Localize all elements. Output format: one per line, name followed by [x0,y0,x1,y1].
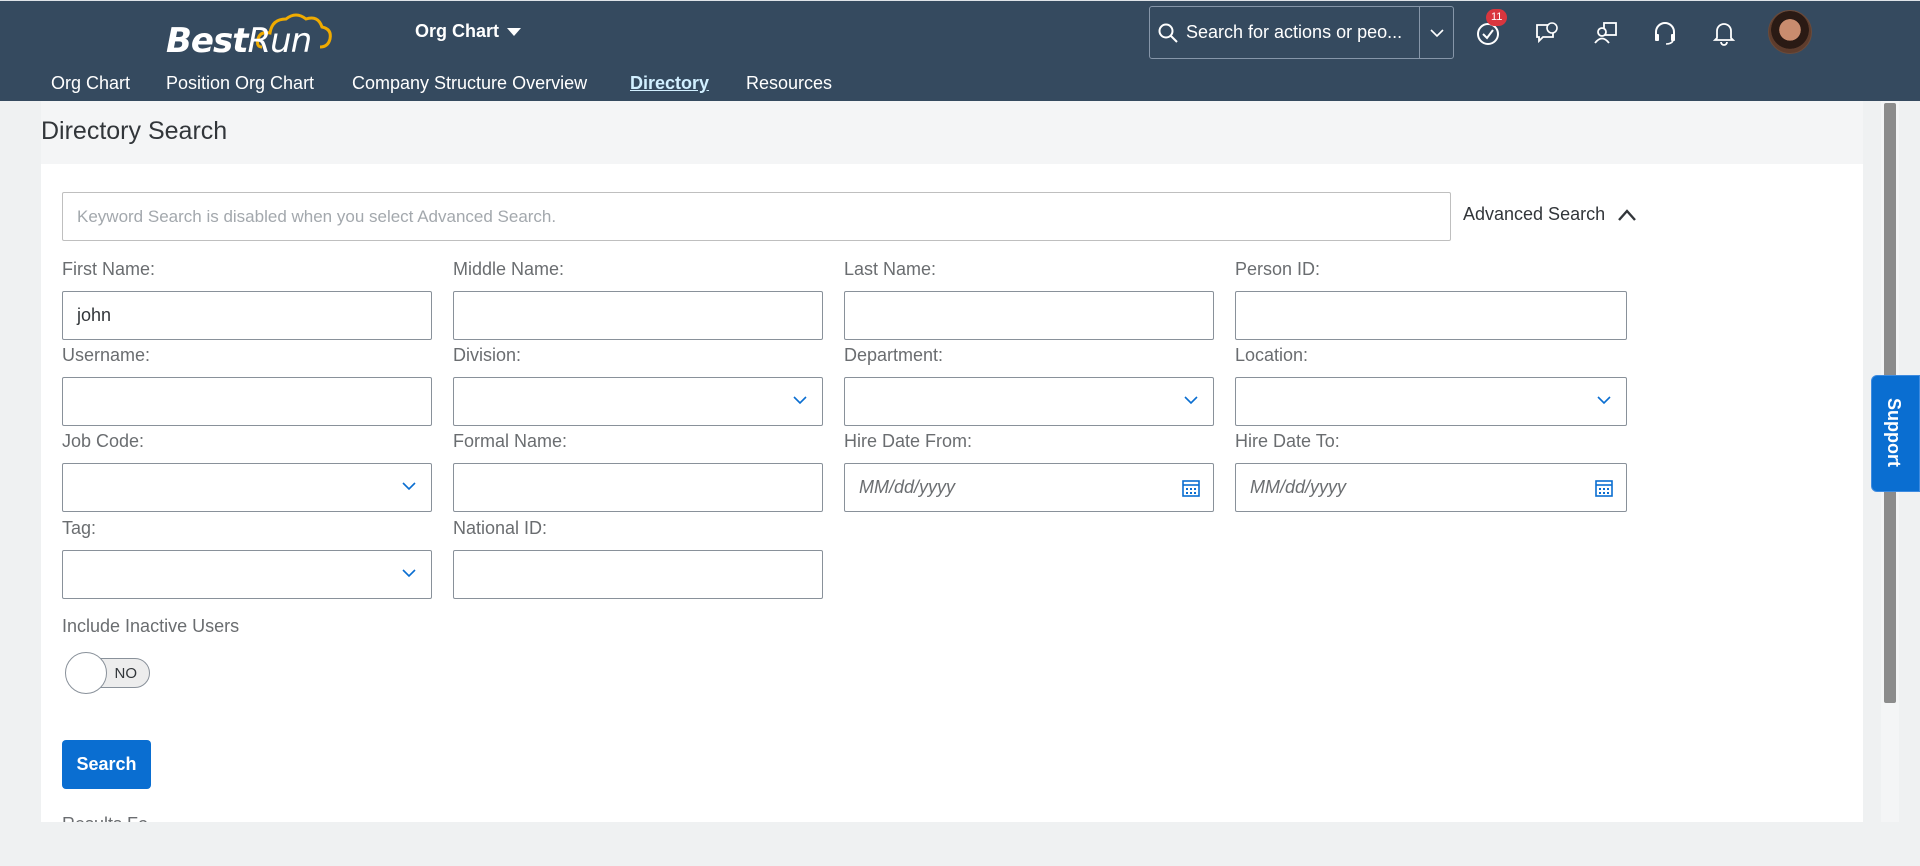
middle-name-label: Middle Name: [453,259,565,279]
todo-button[interactable]: 11 [1470,9,1508,51]
nav-org-chart[interactable]: Org Chart [51,73,130,94]
chevron-down-icon [1429,28,1444,37]
toggle-state: NO [114,665,138,682]
notifications-button[interactable] [1706,15,1742,51]
last-name-label: Last Name: [844,259,937,279]
formal-name-label: Formal Name: [453,431,568,451]
toggle-knob [65,652,107,694]
nav-position-org-chart[interactable]: Position Org Chart [166,73,314,94]
logo-wordmark: BestRun [166,21,312,61]
page-title: Directory Search [41,117,228,145]
support-label: Support [1884,398,1904,467]
module-label: Org Chart [415,21,500,41]
module-switcher[interactable]: Org Chart [415,21,522,42]
calendar-icon[interactable] [1181,478,1201,498]
tag-label: Tag: [62,518,97,538]
notification-badge: 11 [1486,9,1508,26]
search-icon [1150,22,1186,44]
calendar-icon[interactable] [1594,478,1614,498]
module-nav: Org Chart Position Org Chart Company Str… [0,71,900,101]
middle-name-field[interactable] [453,291,823,340]
shell-header: BestRun Org Chart Search for actions or … [0,0,1920,101]
username-field[interactable] [62,377,432,426]
feedback-button[interactable] [1529,15,1565,51]
person-id-label: Person ID: [1235,259,1321,279]
bell-icon [1712,23,1736,46]
division-label: Division: [453,345,522,365]
chevron-down-icon [402,569,416,578]
username-label: Username: [62,345,151,365]
chevron-up-icon [1618,208,1636,221]
keyword-search-placeholder: Keyword Search is disabled when you sele… [77,206,557,226]
advanced-search-toggle[interactable]: Advanced Search [1463,204,1637,225]
department-label: Department: [844,345,944,365]
nav-directory[interactable]: Directory [630,73,709,94]
chevron-down-icon [793,396,807,405]
national-id-label: National ID: [453,518,548,538]
caret-down-icon [507,27,522,36]
nav-company-structure-overview[interactable]: Company Structure Overview [352,73,587,94]
first-name-value: john [77,305,112,325]
search-scope-dropdown[interactable] [1419,7,1453,58]
include-inactive-label: Include Inactive Users [62,616,240,636]
division-select[interactable] [453,377,823,426]
hire-date-to-placeholder: MM/dd/yyyy [1250,477,1347,497]
national-id-field[interactable] [453,550,823,599]
first-name-label: First Name: [62,259,156,279]
hire-date-from-placeholder: MM/dd/yyyy [859,477,956,497]
company-logo[interactable]: BestRun [162,7,332,61]
tag-select[interactable] [62,550,432,599]
hire-date-to-label: Hire Date To: [1235,431,1340,451]
chevron-down-icon [1184,396,1198,405]
chevron-down-icon [1597,396,1611,405]
include-inactive-toggle[interactable]: NO [65,652,150,694]
headset-icon [1655,22,1675,45]
support-headset-button[interactable] [1647,15,1683,51]
job-code-label: Job Code: [62,431,145,451]
department-select[interactable] [844,377,1214,426]
advanced-search-label: Advanced Search [1463,204,1606,224]
people-button[interactable] [1588,15,1624,51]
hire-date-to-field[interactable]: MM/dd/yyyy [1235,463,1627,512]
hire-date-from-label: Hire Date From: [844,431,973,451]
people-icon [1594,22,1617,44]
chevron-down-icon [402,482,416,491]
location-select[interactable] [1235,377,1627,426]
hire-date-from-field[interactable]: MM/dd/yyyy [844,463,1214,512]
global-search[interactable]: Search for actions or peo... [1149,6,1454,59]
support-tab[interactable]: Support [1871,375,1920,492]
directory-search-panel: Keyword Search is disabled when you sele… [41,164,1863,822]
person-id-field[interactable] [1235,291,1627,340]
job-code-select[interactable] [62,463,432,512]
search-button[interactable]: Search [62,740,151,789]
nav-resources[interactable]: Resources [746,73,832,94]
formal-name-field[interactable] [453,463,823,512]
location-label: Location: [1235,345,1309,365]
first-name-field[interactable]: john [62,291,432,340]
user-avatar[interactable] [1768,10,1812,54]
page-title-bar: Directory Search [41,101,1863,164]
global-search-input[interactable]: Search for actions or peo... [1186,22,1419,43]
last-name-field[interactable] [844,291,1214,340]
keyword-search-input[interactable]: Keyword Search is disabled when you sele… [62,192,1451,241]
feedback-icon [1536,22,1558,44]
results-heading: Results Fo... [62,814,163,822]
